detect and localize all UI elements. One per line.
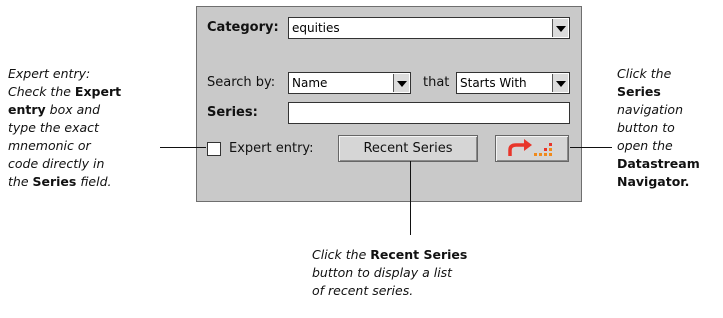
callout-line-right (570, 147, 612, 148)
recent-series-callout: Click the Recent Series button to displa… (312, 247, 468, 298)
series-label: Series: (207, 105, 258, 120)
category-value: equities (292, 21, 340, 35)
expert-entry-label: Expert entry: (229, 141, 314, 156)
callout-line-bottom (410, 161, 411, 235)
expert-entry-checkbox[interactable] (207, 142, 221, 156)
series-input[interactable] (288, 102, 570, 124)
search-by-value: Name (292, 76, 328, 90)
match-type-dropdown[interactable]: Starts With (456, 72, 570, 94)
recent-series-button[interactable]: Recent Series (338, 135, 478, 162)
datastream-navigator-icon (508, 139, 552, 156)
chevron-down-icon[interactable] (552, 19, 568, 37)
search-by-dropdown[interactable]: Name (288, 72, 411, 94)
category-dropdown[interactable]: equities (288, 17, 570, 39)
chevron-down-icon[interactable] (393, 74, 409, 92)
series-navigation-button[interactable] (495, 135, 569, 162)
chevron-down-icon[interactable] (552, 74, 568, 92)
navigation-button-callout: Click the Series navigation button to op… (617, 66, 700, 189)
recent-series-label: Recent Series (363, 141, 453, 156)
expert-entry-callout: Expert entry: Check the Expert entry box… (8, 66, 122, 189)
search-by-label: Search by: (207, 75, 276, 90)
match-type-value: Starts With (460, 76, 527, 90)
that-label: that (423, 75, 450, 90)
category-label: Category: (207, 20, 279, 35)
series-search-panel: Category: equities Search by: Name that … (196, 6, 582, 202)
callout-line-left (160, 147, 206, 148)
